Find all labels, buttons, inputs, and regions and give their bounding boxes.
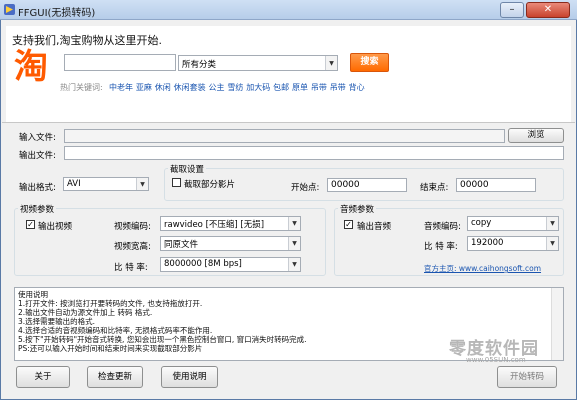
end-point-input[interactable]: 00000 [456,178,536,192]
vertical-scrollbar[interactable] [551,288,563,360]
divider [2,122,575,123]
close-button[interactable]: ✕ [526,2,570,18]
hot-keywords: 中老年 亚麻 休闲 休闲套装 公主 雪纺 加大码 包邮 原单 吊带 吊带 背心 [109,82,365,93]
video-bitrate-value: 8000000 [8M bps] [164,259,242,269]
video-codec-value: rawvideo [不压缩] [无损] [164,220,265,230]
ad-heading: 支持我们,淘宝购物从这里开始. [12,34,162,47]
close-icon: ✕ [543,4,553,15]
chevron-down-icon: ▼ [288,217,300,230]
instruction-line: 1.打开文件: 按浏览打开要转码的文件, 也支持拖放打开. [18,299,203,308]
instruction-line: 2.输出文件自动为源文件加上 转码 格式. [18,308,153,317]
check-icon: ✓ [27,220,34,229]
audio-bitrate-label: 比 特 率: [424,242,458,252]
end-point-value: 00000 [460,180,489,190]
hot-keyword-link[interactable]: 包邮 [273,83,289,92]
audio-params-title: 音频参数 [338,203,377,215]
cut-checkbox[interactable] [172,178,181,187]
hot-keyword-link[interactable]: 中老年 [109,83,133,92]
output-format-label: 输出格式: [19,183,56,193]
output-file-field[interactable] [64,146,564,160]
output-video-label: 输出视频 [38,222,73,232]
audio-codec-label: 音频编码: [424,222,461,232]
chevron-down-icon: ▼ [546,237,558,250]
hot-keyword-link[interactable]: 加大码 [246,83,270,92]
input-file-field[interactable] [64,129,505,143]
cut-checkbox-label: 截取部分影片 [184,180,236,190]
hot-keyword-link[interactable]: 休闲 [155,83,171,92]
instruction-line: PS:还可以输入开始时间和结束时间来实现截取部分影片 [18,344,203,353]
taobao-logo[interactable]: 淘 [14,48,54,86]
browse-button[interactable]: 浏览 [508,128,564,143]
video-codec-select[interactable]: rawvideo [不压缩] [无损] ▼ [160,216,301,231]
audio-codec-select[interactable]: copy ▼ [467,216,559,231]
check-update-button[interactable]: 检查更新 [87,366,143,388]
help-button[interactable]: 使用说明 [161,366,218,388]
video-bitrate-label: 比 特 率: [114,263,148,273]
hot-keyword-link[interactable]: 雪纺 [227,83,243,92]
audio-bitrate-select[interactable]: 192000 ▼ [467,236,559,251]
instruction-line: 5.按下"开始转码"开始音式转换, 您知会出现一个黑色控制台窗口, 窗口消失时转… [18,335,307,344]
hot-keyword-link[interactable]: 吊带 [311,83,327,92]
input-file-label: 输入文件: [19,133,56,143]
start-point-label: 开始点: [291,183,320,193]
hot-keyword-link[interactable]: 原单 [292,83,308,92]
output-file-label: 输出文件: [19,151,56,161]
video-codec-label: 视频编码: [114,222,151,232]
app-icon [4,4,15,15]
start-transcode-button[interactable]: 开始转码 [497,366,557,388]
start-point-input[interactable]: 00000 [327,178,407,192]
minimize-icon: – [509,4,515,15]
chevron-down-icon: ▼ [546,217,558,230]
hot-keyword-link[interactable]: 亚麻 [136,83,152,92]
hot-keyword-link[interactable]: 公主 [209,83,225,92]
taobao-search-button[interactable]: 搜索 [350,53,389,72]
hot-keyword-link[interactable]: 休闲套装 [174,83,206,92]
video-size-label: 视频宽高: [114,242,151,252]
hot-keyword-link[interactable]: 吊带 [330,83,346,92]
window-title: FFGUI(无损转码) [18,8,96,19]
output-audio-checkbox[interactable]: ✓ [344,220,353,229]
video-bitrate-select[interactable]: 8000000 [8M bps] ▼ [160,257,301,272]
category-select[interactable]: 所有分类 ▼ [178,55,338,71]
end-point-label: 结束点: [420,183,449,193]
output-video-checkbox[interactable]: ✓ [26,220,35,229]
minimize-button[interactable]: – [500,2,524,18]
cut-settings-title: 截取设置 [168,163,207,175]
chevron-down-icon: ▼ [325,56,337,70]
instruction-line: 使用说明 [18,290,48,299]
chevron-down-icon: ▼ [136,178,148,190]
about-button[interactable]: 关于 [16,366,70,388]
chevron-down-icon: ▼ [288,237,300,250]
audio-bitrate-value: 192000 [471,238,504,248]
video-size-value: 同原文件 [164,240,199,250]
taobao-search-input[interactable] [64,54,176,71]
chevron-down-icon: ▼ [288,258,300,271]
instruction-line: 3.选择需要输出的格式. [18,317,96,326]
check-icon: ✓ [345,220,352,229]
hot-keyword-link[interactable]: 背心 [349,83,365,92]
homepage-link[interactable]: 官方主页: www.caihongsoft.com [424,263,541,274]
audio-codec-value: copy [471,218,492,228]
instruction-line: 4.选择合适的音视频编码和比特率, 无损格式码率不能作用. [18,326,213,335]
video-params-title: 视频参数 [18,203,57,215]
watermark-url: www.05SUN.com [466,356,526,364]
video-size-select[interactable]: 同原文件 ▼ [160,236,301,251]
output-format-select[interactable]: AVI ▼ [63,177,149,191]
start-point-value: 00000 [331,180,360,190]
output-format-value: AVI [67,179,81,189]
hot-keywords-label: 热门关键词: [60,83,103,92]
category-value: 所有分类 [182,60,217,70]
output-audio-label: 输出音频 [357,222,392,232]
